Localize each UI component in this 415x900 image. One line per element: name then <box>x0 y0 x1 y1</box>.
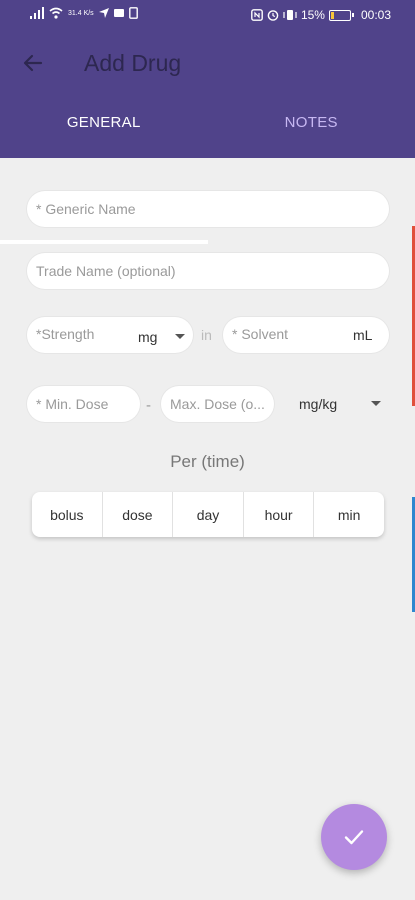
solvent-placeholder: * Solvent <box>232 326 289 342</box>
min-dose-placeholder: * Min. Dose <box>36 396 109 412</box>
arrow-left-icon <box>23 54 43 72</box>
alarm-icon <box>267 10 279 21</box>
net-speed: 31.4 K/s <box>68 9 94 17</box>
save-fab-button[interactable] <box>321 804 387 870</box>
media-icon <box>113 9 124 17</box>
generic-name-placeholder: * Generic Name <box>36 201 136 217</box>
phone-icon <box>128 7 138 19</box>
trade-name-input[interactable]: Trade Name (optional) <box>27 253 389 289</box>
tab-general[interactable]: GENERAL <box>0 94 208 158</box>
strength-unit-select[interactable]: mg <box>138 329 157 345</box>
solvent-input[interactable]: * Solvent mL <box>223 317 389 353</box>
generic-name-input[interactable]: * Generic Name <box>27 191 389 227</box>
tab-indicator <box>0 240 208 244</box>
navigation-icon <box>98 8 109 18</box>
battery-level <box>330 11 334 19</box>
per-time-option-day[interactable]: day <box>173 492 244 537</box>
dose-range-dash: - <box>146 397 151 414</box>
dose-unit-select[interactable]: mg/kg <box>299 396 337 412</box>
back-button[interactable] <box>20 50 46 76</box>
strength-placeholder: *Strength <box>36 326 95 342</box>
tab-bar: GENERAL NOTES <box>0 94 415 244</box>
status-right-icons: 15% 00:03 <box>251 8 391 22</box>
check-icon <box>344 830 364 845</box>
max-dose-placeholder: Max. Dose (o... <box>170 396 265 412</box>
solvent-unit: mL <box>353 327 373 343</box>
max-dose-input[interactable]: Max. Dose (o... <box>161 386 274 422</box>
in-label: in <box>201 327 212 343</box>
vibrate-icon <box>283 10 297 20</box>
trade-name-placeholder: Trade Name (optional) <box>36 263 176 279</box>
per-time-option-bolus[interactable]: bolus <box>32 492 103 537</box>
min-dose-input[interactable]: * Min. Dose <box>27 386 140 422</box>
per-time-option-min[interactable]: min <box>314 492 384 537</box>
battery-percent: 15% <box>300 8 325 22</box>
battery-icon <box>328 9 354 21</box>
wifi-icon <box>49 7 63 19</box>
nfc-icon <box>251 9 263 21</box>
tab-notes[interactable]: NOTES <box>208 94 415 158</box>
per-time-option-hour[interactable]: hour <box>244 492 315 537</box>
signal-icon <box>30 7 44 19</box>
strength-input[interactable]: *Strength mg <box>27 317 193 353</box>
page-title: Add Drug <box>84 50 182 76</box>
per-time-option-dose[interactable]: dose <box>103 492 174 537</box>
app-bar: Add Drug <box>0 32 415 94</box>
per-time-segmented-control: bolus dose day hour min <box>32 492 384 537</box>
status-bar: 31.4 K/s 15% 00:03 <box>0 0 415 32</box>
dose-unit-chevron-down-icon <box>371 401 381 406</box>
per-time-label: Per (time) <box>170 452 245 471</box>
clock: 00:03 <box>360 8 391 22</box>
chevron-down-icon <box>175 334 185 339</box>
status-left-icons: 31.4 K/s <box>30 7 138 19</box>
